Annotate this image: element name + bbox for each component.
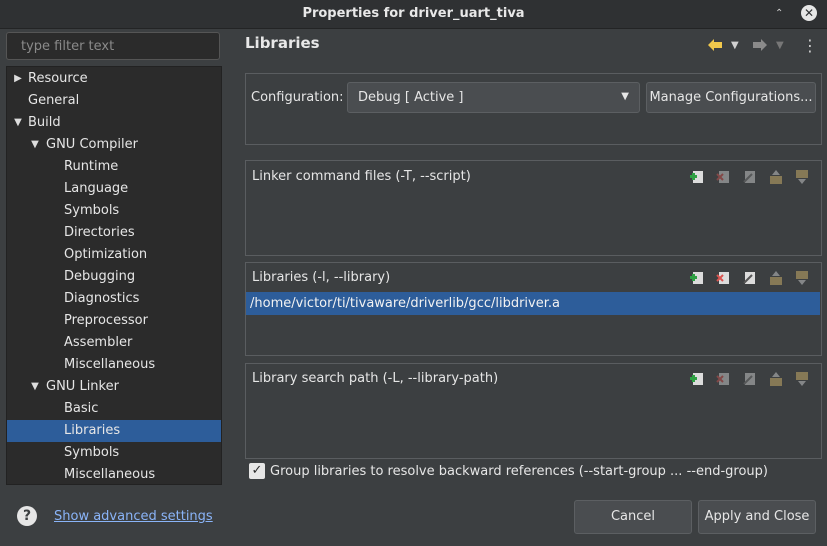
tree-item-directories[interactable]: Directories	[7, 222, 221, 244]
move-up-icon[interactable]	[767, 168, 785, 186]
add-icon[interactable]	[689, 370, 707, 388]
move-up-icon[interactable]	[767, 269, 785, 287]
tree-item-preprocessor[interactable]: Preprocessor	[7, 310, 221, 332]
linker-command-toolbar	[689, 168, 819, 186]
back-arrow-icon[interactable]	[707, 38, 723, 56]
menu-kebab-icon[interactable]: ⋮	[802, 36, 818, 55]
library-search-path-toolbar	[689, 370, 819, 388]
move-down-icon[interactable]	[793, 370, 811, 388]
add-icon[interactable]	[689, 168, 707, 186]
window-titlebar: Properties for driver_uart_tiva ⌃ ✕	[0, 0, 827, 29]
libraries-title: Libraries (-l, --library)	[252, 270, 391, 285]
move-down-icon[interactable]	[793, 269, 811, 287]
expanded-arrow-icon[interactable]: ▼	[13, 112, 23, 134]
filter-input[interactable]	[19, 38, 219, 55]
tree-item-linker-miscellaneous[interactable]: Miscellaneous	[7, 464, 221, 484]
tree-item-basic[interactable]: Basic	[7, 398, 221, 420]
apply-and-close-button[interactable]: Apply and Close	[698, 500, 816, 534]
tree-item-general[interactable]: General	[7, 90, 221, 112]
expanded-arrow-icon[interactable]: ▼	[30, 134, 40, 156]
help-icon[interactable]: ?	[17, 506, 37, 526]
delete-icon[interactable]	[715, 370, 733, 388]
tree-item-resource[interactable]: ▶ Resource	[7, 68, 221, 90]
close-window-button[interactable]: ✕	[801, 5, 817, 21]
group-libraries-label: Group libraries to resolve backward refe…	[270, 464, 768, 479]
delete-icon[interactable]	[715, 168, 733, 186]
configuration-label: Configuration:	[251, 90, 344, 105]
edit-icon[interactable]	[741, 370, 759, 388]
move-up-icon[interactable]	[767, 370, 785, 388]
minimize-icon[interactable]: ⌃	[775, 8, 789, 22]
properties-tree[interactable]: ▶ Resource General ▼ Build ▼ GNU Compile…	[6, 66, 222, 485]
library-list-item[interactable]: /home/victor/ti/tivaware/driverlib/gcc/l…	[246, 292, 820, 315]
move-down-icon[interactable]	[793, 168, 811, 186]
linker-command-files-title: Linker command files (-T, --script)	[252, 169, 471, 184]
configuration-select[interactable]: Debug [ Active ] ▼	[347, 82, 640, 113]
manage-configurations-button[interactable]: Manage Configurations...	[646, 82, 816, 113]
edit-icon[interactable]	[741, 269, 759, 287]
delete-icon[interactable]	[715, 269, 733, 287]
tree-item-debugging[interactable]: Debugging	[7, 266, 221, 288]
add-icon[interactable]	[689, 269, 707, 287]
tree-item-assembler[interactable]: Assembler	[7, 332, 221, 354]
tree-item-language[interactable]: Language	[7, 178, 221, 200]
tree-item-miscellaneous[interactable]: Miscellaneous	[7, 354, 221, 376]
show-advanced-settings-link[interactable]: Show advanced settings	[54, 509, 213, 524]
expanded-arrow-icon[interactable]: ▼	[30, 376, 40, 398]
forward-history-dropdown-icon[interactable]: ▼	[776, 40, 784, 51]
tree-item-gnu-linker[interactable]: ▼ GNU Linker	[7, 376, 221, 398]
configuration-value: Debug [ Active ]	[358, 90, 464, 105]
libraries-toolbar	[689, 269, 819, 287]
tree-item-build[interactable]: ▼ Build	[7, 112, 221, 134]
tree-item-optimization[interactable]: Optimization	[7, 244, 221, 266]
chevron-down-icon: ▼	[621, 91, 629, 102]
checkmark-icon: ✓	[251, 463, 263, 478]
page-title: Libraries	[245, 34, 320, 52]
tree-item-runtime[interactable]: Runtime	[7, 156, 221, 178]
edit-icon[interactable]	[741, 168, 759, 186]
library-search-path-title: Library search path (-L, --library-path)	[252, 371, 499, 386]
tree-item-diagnostics[interactable]: Diagnostics	[7, 288, 221, 310]
group-libraries-checkbox[interactable]: ✓	[249, 463, 265, 479]
forward-arrow-icon[interactable]	[752, 38, 768, 56]
cancel-button[interactable]: Cancel	[574, 500, 692, 534]
window-title: Properties for driver_uart_tiva	[302, 6, 525, 21]
tree-item-symbols[interactable]: Symbols	[7, 200, 221, 222]
collapsed-arrow-icon[interactable]: ▶	[13, 68, 23, 90]
tree-item-linker-symbols[interactable]: Symbols	[7, 442, 221, 464]
filter-field[interactable]	[6, 32, 220, 60]
back-history-dropdown-icon[interactable]: ▼	[731, 40, 739, 51]
tree-item-libraries[interactable]: Libraries	[7, 420, 221, 442]
tree-item-gnu-compiler[interactable]: ▼ GNU Compiler	[7, 134, 221, 156]
